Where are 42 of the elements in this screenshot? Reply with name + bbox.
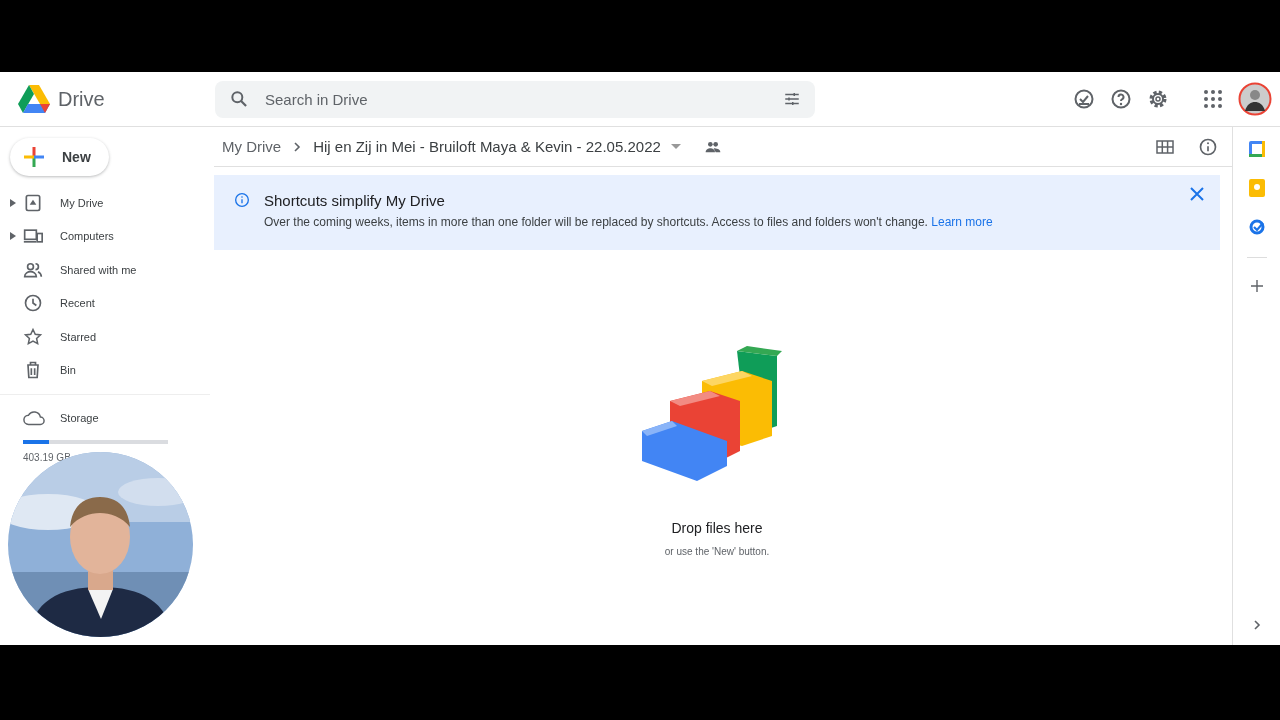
banner-text: Over the coming weeks, items in more than one folder will be replaced by shortcuts. Access to files and folders won't change. Learn more	[264, 215, 993, 229]
search-bar[interactable]: Search in Drive	[215, 80, 815, 118]
sidebar-item[interactable]: Recent	[60, 297, 95, 310]
empty-state-hint: or use the 'New' button.	[664, 546, 770, 557]
new-button[interactable]: New	[10, 138, 109, 176]
info-icon[interactable]	[1198, 136, 1218, 157]
banner-title: Shortcuts simplify My Drive	[264, 192, 446, 209]
calendar-icon[interactable]	[1248, 141, 1265, 157]
add-icon[interactable]	[1250, 280, 1263, 292]
sidebar-item[interactable]: My Drive	[60, 196, 104, 209]
filter-icon[interactable]	[783, 90, 801, 108]
app-name: Drive	[58, 87, 105, 111]
sidebar-item[interactable]: Starred	[60, 330, 97, 343]
sidebar-item[interactable]: Computers	[60, 230, 114, 243]
search-icon	[229, 89, 249, 109]
breadcrumb-link[interactable]: My Drive	[222, 138, 282, 155]
apps-grid-icon[interactable]	[1201, 87, 1225, 111]
expand-arrow-icon[interactable]	[10, 198, 16, 207]
drive-logo-icon	[18, 85, 50, 113]
folder-title[interactable]: Hij en Zij in Mei - Bruiloft Maya & Kevin - 22.05.2022	[313, 138, 661, 155]
sidebar-item[interactable]: Shared with me	[60, 263, 137, 276]
check-circle-icon[interactable]	[1072, 87, 1096, 111]
chevron-icon[interactable]	[1252, 619, 1261, 631]
close-icon[interactable]	[1190, 187, 1204, 201]
drive-icon	[23, 192, 43, 213]
search-field[interactable]: Search in Drive	[263, 89, 769, 109]
tasks-icon[interactable]	[1248, 219, 1265, 235]
expand-arrow-icon[interactable]	[10, 232, 16, 241]
star-icon	[23, 326, 43, 347]
clock-icon	[23, 293, 43, 314]
plus-icon	[24, 147, 44, 167]
shared-icon	[704, 139, 721, 154]
help-icon[interactable]	[1109, 87, 1133, 111]
grid-view-icon[interactable]	[1156, 138, 1174, 155]
dropdown-icon[interactable]	[670, 143, 681, 150]
account-avatar[interactable]	[1238, 82, 1272, 116]
cloud-icon	[23, 409, 45, 426]
empty-state-title: Drop files here	[671, 520, 763, 536]
info-icon	[234, 192, 250, 208]
storage-label[interactable]: Storage	[60, 411, 99, 424]
sidebar-item[interactable]: Bin	[60, 364, 76, 377]
learn-more-link[interactable]: Learn more	[931, 215, 993, 229]
